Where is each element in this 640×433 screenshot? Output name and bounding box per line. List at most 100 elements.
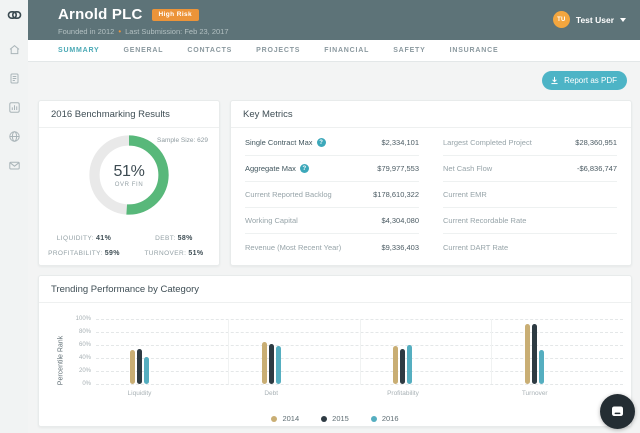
risk-badge: High Risk [151,8,200,21]
bar-turnover-2016 [539,350,545,384]
last-submission-text: Last Submission: Feb 23, 2017 [125,27,229,36]
user-menu[interactable]: TU Test User [552,11,626,28]
legend-label: 2015 [332,414,349,423]
tab-insurance[interactable]: INSURANCE [450,47,499,54]
home-icon[interactable] [8,43,21,56]
bar-liquidity-2014 [129,350,135,384]
legend-item-2015[interactable]: 2015 [321,414,349,423]
bar-debt-2014 [261,341,267,384]
legend-dot [370,415,377,422]
bar-debt-2016 [275,346,281,384]
founded-text: Founded in 2012 [58,27,115,36]
benchmarking-title: 2016 Benchmarking Results [39,101,219,128]
tab-general[interactable]: GENERAL [124,47,164,54]
donut-center: 51% OVR FIN [87,133,171,217]
x-category-label: Profitability [387,390,419,397]
help-icon[interactable]: ? [299,164,309,173]
bar-liquidity-2016 [143,356,149,384]
analytics-icon[interactable] [8,101,21,114]
globe-icon[interactable] [8,130,21,143]
bar-profitability-2014 [393,345,399,384]
stat-liquidity: Liquidity: 41% [56,235,112,242]
trending-chart: Percentile Rank 100% 80% 60% 40% 20% 0% Liquid… [39,303,631,427]
category-separator [491,319,493,384]
x-category-label: Debt [264,390,279,397]
tab-safety[interactable]: SAFETY [393,47,425,54]
help-icon[interactable]: ? [316,138,326,147]
report-as-pdf-label: Report as PDF [564,76,617,85]
metric-row-single-contract-max: Single Contract Max? $2,334,101 [245,130,419,156]
tab-contacts[interactable]: CONTACTS [187,47,232,54]
company-row: Arnold PLC High Risk [58,6,200,23]
legend-item-2014[interactable]: 2014 [271,414,299,423]
sidebar [0,0,28,433]
y-axis-label: Percentile Rank [57,335,65,386]
bar-debt-2015 [268,343,274,384]
x-category-label: Turnover [521,390,548,397]
benchmarking-card: 2016 Benchmarking Results Sample Size: 6… [38,100,220,266]
key-metrics-title: Key Metrics [231,101,631,128]
chevron-down-icon [620,17,626,22]
trend-plot: 100% 80% 60% 40% 20% 0% Liquidity Debt Profitabi… [76,316,623,397]
metric-row-current-recordable-rate: Current Recordable Rate [443,208,617,234]
tab-financial[interactable]: FINANCIAL [324,47,369,54]
legend-label: 2014 [282,414,300,423]
report-as-pdf-button[interactable]: Report as PDF [542,71,627,90]
y-tick-label: 20% [78,368,91,374]
key-metrics-body: Single Contract Max? $2,334,101 Aggregat… [231,128,631,260]
key-metrics-card: Key Metrics Single Contract Max? $2,334,… [230,100,632,266]
donut-percent: 51% [113,162,145,180]
bar-profitability-2015 [400,348,406,384]
company-subtitle: Founded in 2012 • Last Submission: Feb 2… [58,27,229,36]
stat-turnover: Turnover: 51% [144,250,204,257]
metric-row-current-dart-rate: Current DART Rate [443,242,509,252]
trending-title: Trending Performance by Category [39,276,631,303]
chat-launcher-button[interactable] [600,394,635,429]
avatar: TU [552,11,570,28]
ovr-fin-donut-chart: 51% OVR FIN [87,133,171,217]
y-tick-label: 0% [82,381,91,387]
sidebar-nav [8,43,21,172]
metric-row-current-emr: Current EMR [443,182,617,208]
metric-row-current-reported-backlog: Current Reported Backlog $178,610,322 [245,182,419,208]
category-separator [227,319,229,384]
document-icon[interactable] [8,72,21,85]
header: Arnold PLC High Risk Founded in 2012 • L… [28,0,640,40]
legend-label: 2016 [381,414,399,423]
bar-profitability-2016 [407,345,413,384]
y-tick-label: 100% [75,316,91,322]
chart-legend: 2014 2015 2016 [39,414,631,423]
bar-turnover-2014 [525,324,531,384]
tab-projects[interactable]: PROJECTS [256,47,300,54]
benchmark-stats: Liquidity: 41% Debt: 58% Profitability: 59%… [39,235,219,257]
y-tick-label: 40% [78,355,91,361]
user-name: Test User [575,14,614,25]
metric-row-revenue: Revenue (Most Recent Year) $9,336,403 [245,242,419,252]
category-separator [359,319,361,384]
legend-item-2016[interactable]: 2016 [370,414,399,423]
stat-profitability: Profitability: 59% [48,250,120,257]
bullet-separator: • [118,26,122,36]
tab-bar: SUMMARY GENERAL CONTACTS PROJECTS FINANC… [28,40,640,62]
app-logo[interactable] [7,8,22,27]
metric-row-net-cash-flow: Net Cash Flow -$6,836,747 [443,156,617,182]
legend-dot [321,415,328,422]
chat-icon [610,404,625,419]
metrics-right-column: Largest Completed Project $28,360,951 Ne… [443,130,617,260]
page-title: Arnold PLC [58,6,143,23]
tab-summary[interactable]: SUMMARY [58,47,100,54]
bar-turnover-2015 [532,324,538,384]
trending-performance-card: Trending Performance by Category Percent… [38,275,632,427]
x-category-label: Liquidity [127,390,152,397]
mail-icon[interactable] [8,159,21,172]
legend-dot [271,415,278,422]
metric-row-working-capital: Working Capital $4,304,080 [245,208,419,234]
metric-row-largest-completed-project: Largest Completed Project $28,360,951 [443,130,617,156]
donut-sublabel: OVR FIN [114,181,144,188]
metrics-left-column: Single Contract Max? $2,334,101 Aggregat… [245,130,419,260]
gridline [96,384,623,385]
download-icon [550,76,559,85]
y-tick-label: 60% [78,342,91,348]
stat-debt: Debt: 58% [155,235,193,242]
metric-row-aggregate-max: Aggregate Max? $79,977,553 [245,156,419,182]
